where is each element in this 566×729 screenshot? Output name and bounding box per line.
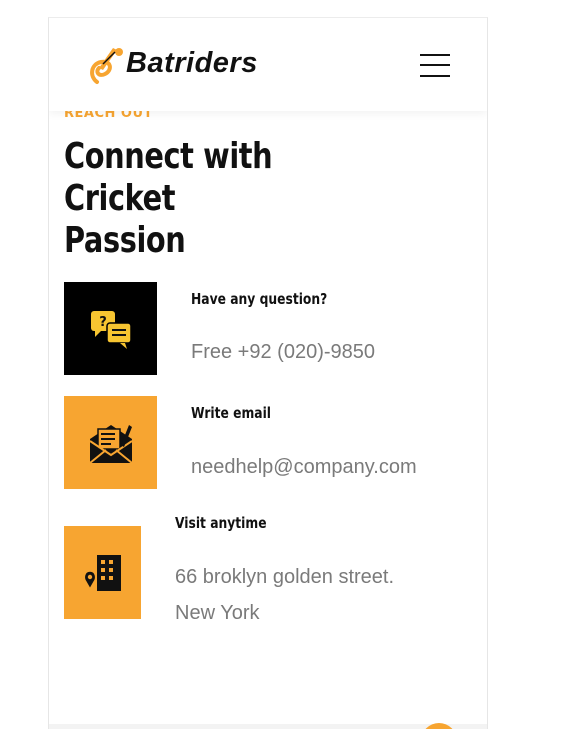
visit-icon-box (64, 526, 141, 619)
menu-icon (420, 54, 450, 56)
email-icon-box (64, 396, 157, 489)
brand-name[interactable]: Batriders (126, 47, 258, 80)
envelope-letter-icon (88, 424, 133, 464)
contact-value-address-2: New York (175, 602, 260, 624)
contact-label-email: Write email (191, 404, 272, 422)
menu-icon-bar (420, 75, 450, 77)
contact-value-email[interactable]: needhelp@company.com (191, 449, 417, 485)
contact-value-address-1: 66 broklyn golden street. (175, 566, 395, 588)
svg-text:?: ? (99, 315, 107, 330)
contact-value-phone[interactable]: Free +92 (020)-9850 (191, 334, 375, 370)
page-frame: Batriders REACH OUT Connect with Cricket… (48, 17, 488, 729)
title-line-2: Passion (64, 220, 186, 261)
chat-question-icon: ? (90, 310, 132, 349)
contact-label-visit: Visit anytime (175, 514, 267, 532)
site-header: Batriders (49, 18, 487, 111)
menu-icon-bar (420, 64, 450, 66)
section-title: Connect with Cricket Passion (64, 136, 384, 262)
next-section-edge (49, 724, 487, 729)
menu-button[interactable] (420, 52, 452, 78)
building-location-icon (83, 554, 121, 591)
contact-label-question: Have any question? (191, 290, 328, 308)
question-icon-box: ? (64, 282, 157, 375)
title-line-1: Connect with Cricket (64, 136, 273, 219)
bat-ball-logo-icon[interactable] (83, 42, 131, 90)
